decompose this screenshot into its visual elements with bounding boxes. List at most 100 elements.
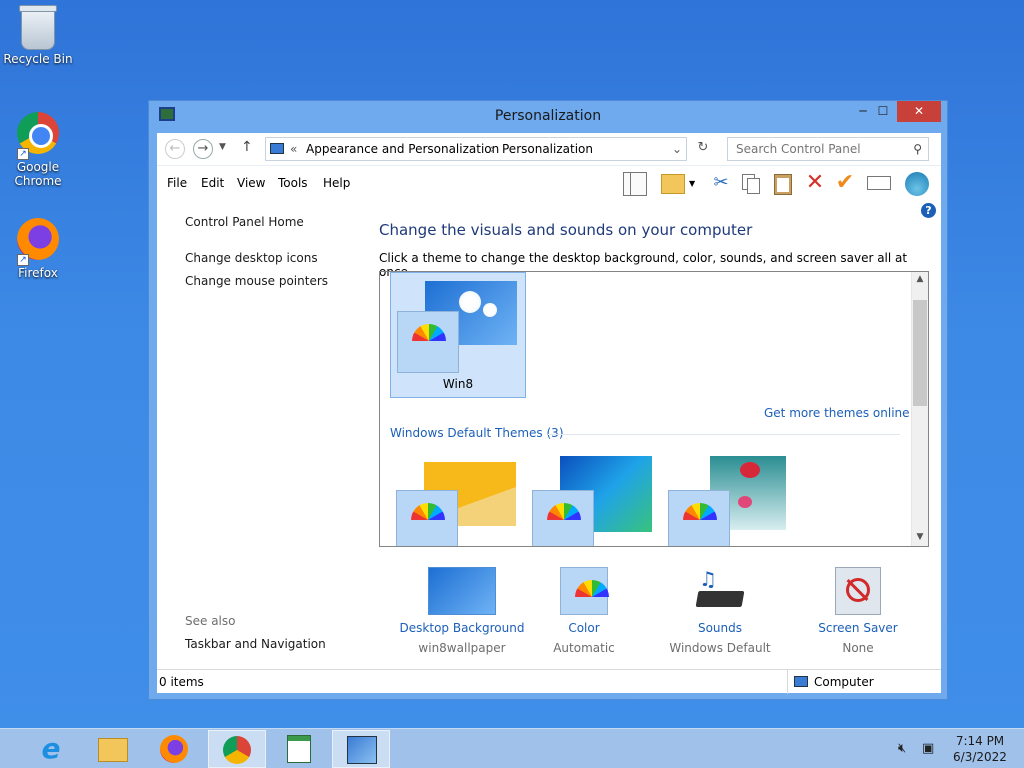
delete-icon[interactable]: ✕ (803, 172, 827, 196)
taskbar-navigation-link[interactable]: Taskbar and Navigation (185, 637, 326, 651)
search-icon[interactable]: ⚲ (913, 142, 922, 156)
themes-list: Win8 Get more themes online Windows Defa… (379, 271, 929, 547)
window-title: Personalization (494, 108, 602, 124)
taskbar-control-panel[interactable] (332, 730, 390, 768)
desktop-icon-label: Recycle Bin (3, 52, 73, 66)
menu-file[interactable]: File (167, 176, 187, 190)
recycle-bin-icon (19, 5, 57, 50)
maximize-button[interactable]: ☐ (869, 101, 897, 122)
breadcrumb-personalization[interactable]: Personalization (502, 142, 593, 156)
computer-icon (794, 676, 808, 687)
properties-check-icon[interactable]: ✔ (833, 172, 857, 196)
control-panel-icon (347, 736, 377, 764)
desktop-icon-chrome[interactable]: ↗ Google Chrome (0, 112, 76, 188)
color-value: Automatic (553, 641, 615, 655)
taskbar: e 🔇︎ ▣ 7:14 PM 6/3/2022 (0, 728, 1024, 768)
theme-tile-default-2[interactable] (530, 456, 654, 546)
status-bar: 0 items Computer (157, 669, 941, 694)
search-input[interactable] (728, 138, 898, 160)
copy-icon[interactable] (739, 172, 763, 196)
folder-options-dropdown-icon[interactable]: ▼ (689, 179, 695, 188)
menu-tools[interactable]: Tools (278, 176, 308, 190)
color-palette-icon (560, 567, 609, 615)
desktop-background-value: win8wallpaper (418, 641, 506, 655)
taskbar-notepad[interactable] (270, 730, 328, 768)
sounds-icon: ♫ (695, 567, 745, 615)
scroll-up-icon[interactable]: ▲ (912, 274, 928, 284)
menu-help[interactable]: Help (323, 176, 350, 190)
color-setting[interactable]: Color Automatic (519, 567, 649, 655)
file-explorer-icon (98, 738, 128, 762)
desktop-icon-recycle-bin[interactable]: Recycle Bin (0, 5, 76, 66)
address-prefix: « (290, 142, 298, 156)
desktop-background-icon (428, 567, 496, 615)
address-row: ← → ▼ ↑ « Appearance and Personalization… (157, 133, 941, 165)
clock-date: 6/3/2022 (953, 750, 1007, 764)
scroll-down-icon[interactable]: ▼ (912, 532, 928, 542)
change-desktop-icons-link[interactable]: Change desktop icons (185, 251, 318, 265)
theme-group-label: Windows Default Themes (3) (390, 426, 564, 440)
breadcrumb-separator-icon: › (490, 142, 495, 156)
title-bar[interactable]: Personalization ─ ☐ ✕ (149, 101, 947, 131)
taskbar-firefox[interactable] (146, 730, 204, 768)
scroll-thumb[interactable] (913, 300, 927, 406)
clock[interactable]: 7:14 PM 6/3/2022 (950, 733, 1010, 765)
color-palette-icon (668, 490, 730, 546)
location-label: Computer (814, 675, 874, 689)
desktop-icon-label: Google Chrome (14, 160, 62, 188)
taskbar-file-explorer[interactable] (84, 730, 142, 768)
taskbar-internet-explorer[interactable]: e (22, 730, 80, 768)
status-location: Computer (787, 670, 941, 694)
close-button[interactable]: ✕ (897, 101, 941, 122)
change-mouse-pointers-link[interactable]: Change mouse pointers (185, 274, 328, 288)
volume-muted-icon[interactable]: 🔇︎ (898, 741, 906, 756)
cut-icon[interactable]: ✂ (709, 172, 733, 196)
network-icon[interactable]: ▣ (922, 741, 934, 756)
personalization-window: Personalization ─ ☐ ✕ ← → ▼ ↑ « Appearan… (148, 100, 948, 700)
breadcrumb-appearance[interactable]: Appearance and Personalization (306, 142, 499, 156)
shell-icon[interactable] (905, 172, 929, 196)
address-bar[interactable]: « Appearance and Personalization › Perso… (265, 137, 687, 161)
screen-saver-setting[interactable]: Screen Saver None (793, 567, 923, 655)
control-panel-home-link[interactable]: Control Panel Home (185, 215, 304, 229)
sounds-value: Windows Default (669, 641, 771, 655)
menu-view[interactable]: View (237, 176, 265, 190)
firefox-icon: ↗ (15, 218, 61, 266)
help-icon[interactable]: ? (921, 203, 936, 218)
color-palette-icon (397, 311, 459, 373)
layout-pane-icon[interactable] (623, 172, 647, 196)
item-count: 0 items (159, 675, 204, 689)
folder-options-icon[interactable] (661, 174, 685, 194)
recent-pages-dropdown-icon[interactable]: ▼ (219, 142, 226, 152)
up-arrow-icon[interactable]: ↑ (241, 139, 253, 155)
menu-edit[interactable]: Edit (201, 176, 224, 190)
content-area: Control Panel Home Change desktop icons … (157, 199, 941, 669)
theme-tile-win8[interactable]: Win8 (390, 272, 526, 398)
refresh-button[interactable]: ↻ (691, 137, 715, 161)
menu-toolbar-row: File Edit View Tools Help ▼ ✂ ✕ ✔ (157, 165, 941, 199)
address-dropdown-icon[interactable]: ⌄ (672, 142, 682, 156)
get-more-themes-link[interactable]: Get more themes online (764, 406, 910, 420)
back-button[interactable]: ← (165, 139, 185, 159)
desktop-icon-label: Firefox (18, 266, 58, 280)
search-box[interactable]: ⚲ (727, 137, 929, 161)
internet-explorer-icon: e (41, 732, 61, 765)
desktop-background-label: Desktop Background (399, 621, 525, 635)
left-pane: Control Panel Home Change desktop icons … (157, 199, 377, 669)
theme-tile-default-1[interactable] (394, 456, 518, 546)
clock-time: 7:14 PM (955, 734, 1005, 748)
desktop-icon-firefox[interactable]: ↗ Firefox (0, 218, 76, 280)
theme-tile-default-3[interactable] (666, 456, 790, 546)
forward-button[interactable]: → (193, 139, 213, 159)
screen-saver-value: None (842, 641, 874, 655)
themes-scrollbar[interactable]: ▲ ▼ (911, 272, 928, 546)
chrome-icon (223, 736, 251, 764)
desktop-background-setting[interactable]: Desktop Background win8wallpaper (397, 567, 527, 655)
color-palette-icon (532, 490, 594, 546)
paste-icon[interactable] (771, 172, 795, 196)
sounds-setting[interactable]: ♫ Sounds Windows Default (655, 567, 785, 655)
color-label: Color (568, 621, 600, 635)
rename-icon[interactable] (867, 176, 891, 190)
taskbar-chrome[interactable] (208, 730, 266, 768)
notepad-icon (287, 735, 311, 763)
